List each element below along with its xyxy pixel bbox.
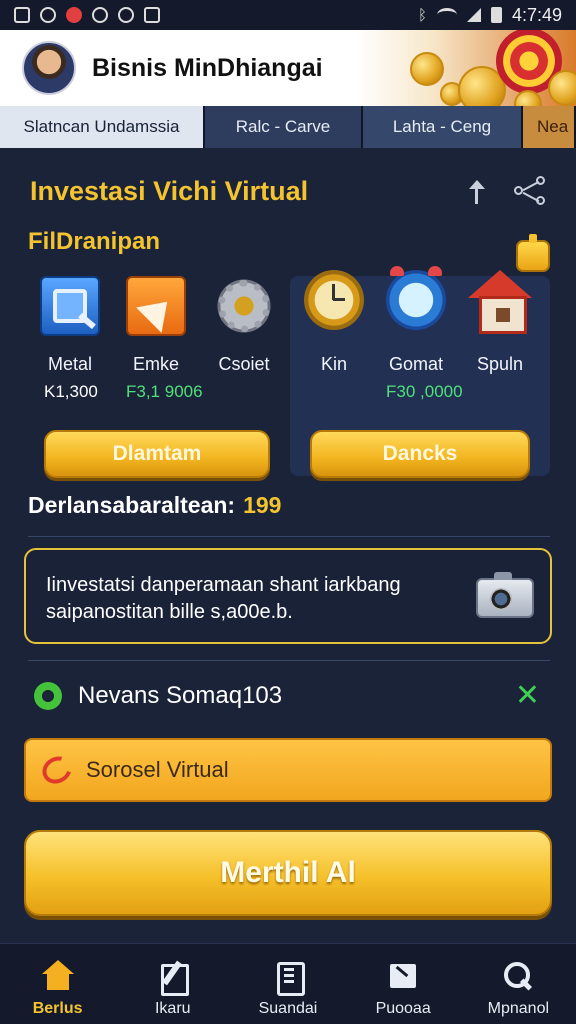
wifi-icon: [436, 8, 457, 22]
arrow-up-icon[interactable]: [466, 178, 488, 206]
status-bar: ᛒ 4:7:49: [0, 0, 576, 30]
nav-item-note[interactable]: Puooaa: [346, 944, 461, 1024]
investment-panel-left: Metal Emke Csoiet K1,300 F3,1 9006 Dlamt…: [28, 276, 280, 478]
nav-item-home[interactable]: Berlus: [0, 944, 115, 1024]
tab-1[interactable]: Slatncan Undamssia: [0, 106, 205, 148]
nav-item-search[interactable]: Mpnanol: [461, 944, 576, 1024]
tile-label: Spuln: [476, 354, 524, 374]
clock-icon: [304, 270, 364, 330]
virtual-button-label: Sorosel Virtual: [86, 757, 229, 782]
app-header: Bisnis MinDhiangai: [0, 30, 576, 106]
section-subtitle: FilDranipan: [28, 228, 161, 255]
status-right: ᛒ 4:7:49: [418, 5, 562, 26]
nav-item-edit[interactable]: Ikaru: [115, 944, 230, 1024]
nav-label: Puooaa: [375, 1000, 431, 1017]
note-icon: [387, 960, 419, 992]
coins-illustration: [396, 30, 576, 106]
category-tabs: Slatncan Undamssia Ralc - Carve Lahta - …: [0, 106, 576, 148]
tile-kin[interactable]: Kin: [292, 270, 376, 375]
pinwheel-icon: [92, 7, 108, 23]
app-title: Bisnis MinDhiangai: [92, 53, 323, 82]
gear-icon: [214, 276, 274, 336]
refresh-icon: [37, 751, 77, 789]
bonus-text: Nevans Somaq103: [78, 682, 283, 709]
check-circle-icon: [34, 682, 62, 710]
alarm-clock-icon: [386, 266, 446, 330]
divider: [28, 660, 550, 661]
main-content: Investasi Vichi Virtual FilDranipan Meta…: [0, 148, 576, 943]
info-card[interactable]: Iinvestatsi danperamaan shant iarkbang s…: [24, 548, 552, 644]
divider: [28, 536, 550, 537]
house-icon: [468, 270, 532, 334]
opera-icon: [118, 7, 134, 23]
signal-icon: [466, 8, 481, 22]
edit-icon: [157, 960, 189, 996]
tab-2[interactable]: Ralc - Carve: [205, 106, 363, 148]
info-text: Iinvestatsi danperamaan shant iarkbang s…: [46, 574, 401, 623]
bonus-row: Nevans Somaq103 ✕: [28, 676, 550, 716]
left-panel-button[interactable]: Dlamtam: [44, 430, 270, 478]
value-left-2: F3,1 9006: [126, 382, 203, 401]
points-summary: Derlansabaraltean: 199: [28, 492, 281, 519]
share-icon[interactable]: [514, 176, 548, 206]
nav-label: Mpnanol: [487, 1000, 550, 1017]
points-label: Derlansabaraltean:: [28, 492, 236, 518]
tile-label: Csoiet: [218, 354, 270, 374]
tab-4[interactable]: Nea: [523, 106, 576, 148]
tile-emke[interactable]: Emke: [114, 276, 198, 375]
virtual-button[interactable]: Sorosel Virtual: [24, 738, 552, 802]
home-icon: [41, 960, 74, 992]
clock-time: 4:7:49: [511, 4, 562, 25]
document-icon: [272, 960, 305, 996]
tile-label: Emke: [132, 354, 179, 374]
tile-metal[interactable]: Metal: [28, 276, 112, 375]
youtube-icon: [66, 7, 82, 23]
points-value: 199: [243, 492, 282, 518]
tile-label: Gomat: [388, 354, 444, 374]
nav-label: Berlus: [32, 1000, 83, 1017]
battery-icon: [490, 7, 502, 23]
gift-badge-icon[interactable]: [516, 234, 550, 272]
search-icon: [502, 960, 534, 992]
tile-label: Kin: [320, 354, 347, 374]
search-icon: [40, 276, 100, 336]
status-left: [14, 7, 160, 23]
bluetooth-icon: ᛒ: [417, 6, 427, 24]
value-left-1: K1,300: [44, 382, 98, 401]
bottom-nav: Berlus Ikaru Suandai Puooaa Mpnanol: [0, 943, 576, 1024]
close-icon[interactable]: ✕: [515, 678, 540, 713]
nav-item-document[interactable]: Suandai: [230, 944, 345, 1024]
messenger-icon: [40, 7, 56, 23]
tile-csoiet[interactable]: Csoiet: [202, 276, 286, 375]
gallery-icon: [14, 7, 30, 23]
right-panel-button[interactable]: Dancks: [310, 430, 530, 478]
app-icon: [144, 7, 160, 23]
primary-cta-button[interactable]: Merthil Al: [24, 830, 552, 916]
value-right: F30 ,0000: [386, 382, 463, 401]
nav-label: Ikaru: [154, 1000, 191, 1017]
tile-label: Metal: [47, 354, 92, 374]
tab-3[interactable]: Lahta - Ceng: [363, 106, 523, 148]
tile-spuln[interactable]: Spuln: [458, 270, 542, 375]
avatar[interactable]: [22, 41, 76, 95]
investment-panel-right: Kin Gomat Spuln F30 ,0000 Dancks: [290, 266, 550, 478]
nav-label: Suandai: [258, 1000, 318, 1017]
paper-plane-icon: [126, 276, 186, 336]
section-title: Investasi Vichi Virtual: [30, 176, 309, 206]
camera-icon: [476, 572, 534, 618]
tile-gomat[interactable]: Gomat: [374, 266, 458, 375]
